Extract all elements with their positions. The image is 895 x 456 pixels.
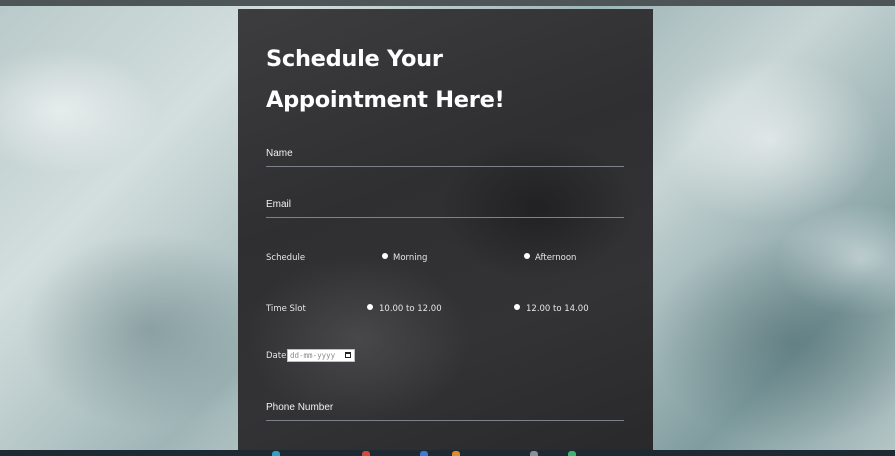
phone-label: Phone Number	[266, 402, 334, 413]
radio-slot-10-12-label[interactable]: 10.00 to 12.00	[379, 304, 442, 314]
taskbar-app-icon[interactable]	[362, 451, 370, 456]
calendar-icon[interactable]	[345, 352, 351, 358]
date-placeholder: dd-mm-yyyy	[290, 351, 336, 360]
date-input[interactable]: dd-mm-yyyy	[287, 349, 355, 362]
time-slot-label: Time Slot	[266, 304, 306, 314]
schedule-label: Schedule	[266, 253, 306, 263]
radio-morning-label[interactable]: Morning	[393, 253, 427, 263]
radio-slot-10-12[interactable]	[367, 304, 373, 310]
phone-field[interactable]: Phone Number	[266, 400, 624, 421]
radio-slot-12-14[interactable]	[514, 304, 520, 310]
radio-morning[interactable]	[382, 253, 388, 259]
radio-afternoon-label[interactable]: Afternoon	[535, 253, 576, 263]
radio-slot-12-14-label[interactable]: 12.00 to 14.00	[526, 304, 589, 314]
email-field[interactable]: Email	[266, 197, 624, 218]
radio-afternoon[interactable]	[524, 253, 530, 259]
window-top-strip	[0, 0, 895, 6]
taskbar-app-icon[interactable]	[420, 451, 428, 456]
taskbar-app-icon[interactable]	[272, 451, 280, 456]
taskbar-app-icon[interactable]	[568, 451, 576, 456]
taskbar-app-icon[interactable]	[452, 451, 460, 456]
appointment-form: Schedule Your Appointment Here! Name Ema…	[238, 9, 653, 450]
name-label: Name	[266, 148, 293, 159]
date-label: Date	[266, 351, 287, 361]
taskbar	[0, 450, 895, 456]
taskbar-app-icon[interactable]	[530, 451, 538, 456]
form-title: Schedule Your Appointment Here!	[266, 46, 505, 113]
name-field[interactable]: Name	[266, 146, 624, 167]
email-label: Email	[266, 199, 292, 210]
